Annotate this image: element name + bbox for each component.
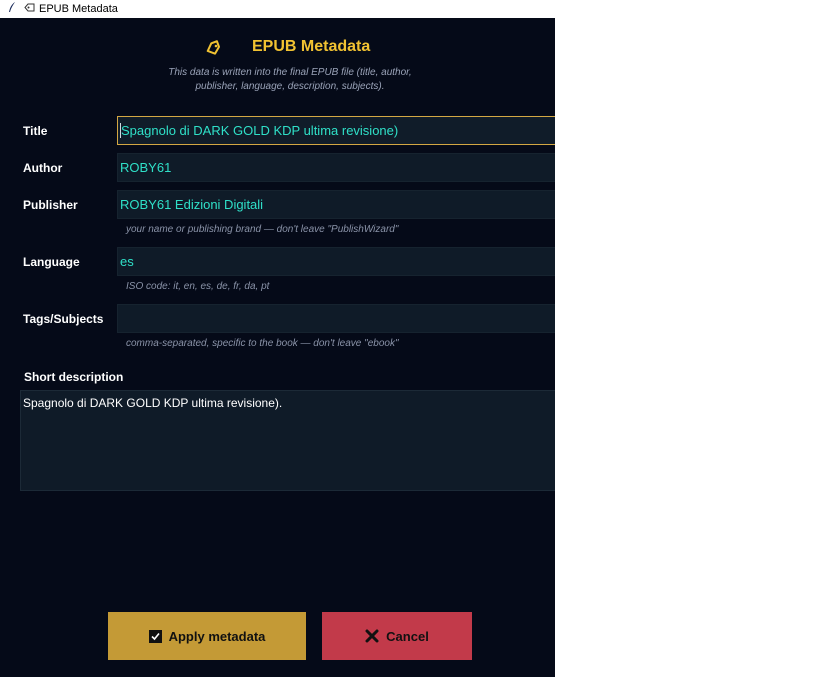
tags-label: Tags/Subjects [23,312,104,326]
publisher-hint: your name or publishing brand — don't le… [126,224,399,235]
dialog-title: EPUB Metadata [252,38,371,55]
tags-field[interactable] [117,304,555,333]
description-textarea[interactable]: Spagnolo di DARK GOLD KDP ultima revisio… [20,390,555,491]
title-value: Spagnolo di DARK GOLD KDP ultima revisio… [121,123,399,138]
apply-metadata-label: Apply metadata [168,628,266,644]
author-value: ROBY61 [120,160,172,175]
title-field[interactable]: Spagnolo di DARK GOLD KDP ultima revisio… [117,116,555,145]
dialog-header: EPUB Metadata [0,36,555,60]
checkbox-icon [148,629,162,643]
publisher-field[interactable]: ROBY61 Edizioni Digitali [117,190,555,219]
quill-icon [8,2,16,16]
description-value: Spagnolo di DARK GOLD KDP ultima revisio… [23,396,283,410]
subtitle-line-2: publisher, language, description, subjec… [195,81,385,92]
metadata-dialog: EPUB Metadata This data is written into … [0,18,555,677]
author-label: Author [23,161,63,175]
close-icon [365,629,379,643]
tags-hint: comma-separated, specific to the book — … [126,338,399,349]
title-label: Title [23,124,48,138]
apply-metadata-button[interactable]: Apply metadata [108,612,306,660]
publisher-label: Publisher [23,198,78,212]
tag-icon [205,40,221,56]
language-field[interactable]: es [117,247,555,276]
window-titlebar: EPUB Metadata [0,0,555,18]
cancel-label: Cancel [386,628,429,644]
dialog-subtitle: This data is written into the final EPUB… [130,66,450,94]
publisher-value: ROBY61 Edizioni Digitali [120,197,264,212]
subtitle-line-1: This data is written into the final EPUB… [168,67,412,78]
description-label: Short description [24,370,124,384]
language-value: es [120,254,134,269]
tag-icon [24,3,35,15]
language-hint: ISO code: it, en, es, de, fr, da, pt [126,281,270,292]
cancel-button[interactable]: Cancel [322,612,472,660]
window-title: EPUB Metadata [39,3,118,15]
author-field[interactable]: ROBY61 [117,153,555,182]
language-label: Language [23,255,80,269]
